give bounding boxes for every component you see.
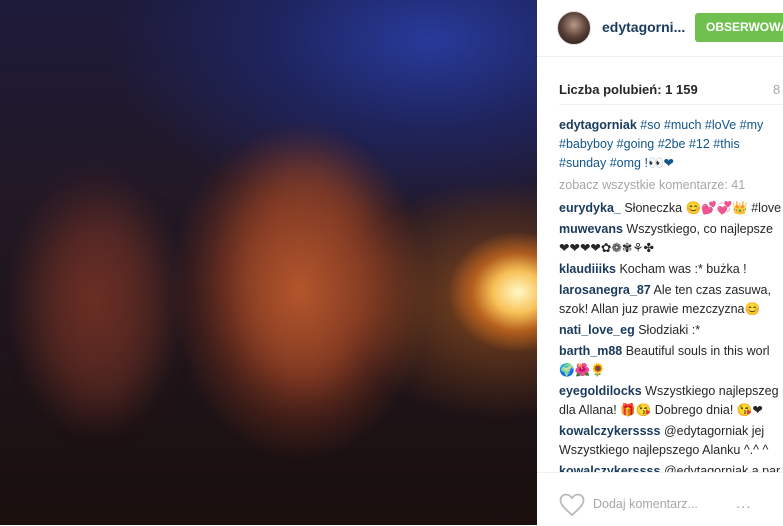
comment-item: eurydyka_ Słoneczka 😊💕💞👑 #love [559, 199, 783, 218]
caption: edytagorniak #so #much #loVe #my #babybo… [559, 116, 783, 173]
divider [559, 104, 783, 105]
comment-text: Słoneczka 😊💕💞👑 #love [624, 201, 782, 215]
comment-item: larosanegra_87 Ale ten czas zasuwa, szok… [559, 281, 783, 319]
comments-list[interactable]: edytagorniak #so #much #loVe #my #babybo… [559, 116, 783, 472]
post-side-panel: edytagorni... OBSERWOWA Liczba polubień:… [537, 0, 783, 525]
comment-bar: Dodaj komentarz... ... [537, 472, 783, 526]
comment-username[interactable]: eurydyka_ [559, 201, 621, 215]
post-time[interactable]: 8 [773, 82, 780, 97]
photo-blur-shape [40, 210, 160, 410]
comment-username[interactable]: kowalczykerssss [559, 464, 660, 472]
comment-item: muwevans Wszystkiego, co najlepsze ❤❤❤❤✿… [559, 220, 783, 258]
comment-username[interactable]: larosanegra_87 [559, 283, 651, 297]
comment-item: kowalczykerssss @edytagorniak jej Wszyst… [559, 422, 783, 460]
comment-item: nati_love_eg Słodziaki :* [559, 321, 783, 340]
more-options-button[interactable]: ... [736, 495, 752, 512]
caption-username[interactable]: edytagorniak [559, 118, 637, 132]
add-comment-input[interactable]: Dodaj komentarz... [593, 497, 698, 511]
comment-item: barth_m88 Beautiful souls in this worl 🌍… [559, 342, 783, 380]
comment-username[interactable]: nati_love_eg [559, 323, 635, 337]
comment-username[interactable]: klaudiiiks [559, 262, 616, 276]
likes-count[interactable]: Liczba polubień: 1 159 [559, 82, 698, 97]
post-photo[interactable] [0, 0, 537, 525]
heart-icon[interactable] [559, 493, 585, 517]
follow-button[interactable]: OBSERWOWA [695, 13, 783, 42]
comment-username[interactable]: barth_m88 [559, 344, 622, 358]
avatar[interactable] [557, 11, 591, 45]
comment-text: Słodziaki :* [638, 323, 701, 337]
comment-item: kowalczykerssss @edytagorniak a par [559, 462, 783, 472]
comment-username[interactable]: kowalczykerssss [559, 424, 660, 438]
post-header: edytagorni... OBSERWOWA [537, 0, 783, 57]
comment-text: @edytagorniak a par [663, 464, 781, 472]
comment-item: klaudiiiks Kocham was :* bużka ! [559, 260, 783, 279]
comment-username[interactable]: eyegoldilocks [559, 384, 642, 398]
photo-blur-shape [230, 160, 380, 390]
comment-item: eyegoldilocks Wszystkiego najlepszeg dla… [559, 382, 783, 420]
view-all-comments-link[interactable]: zobacz wszystkie komentarze: 41 [559, 176, 783, 195]
post-username[interactable]: edytagorni... [602, 19, 685, 35]
comment-username[interactable]: muwevans [559, 222, 623, 236]
comment-text: Kocham was :* bużka ! [619, 262, 747, 276]
